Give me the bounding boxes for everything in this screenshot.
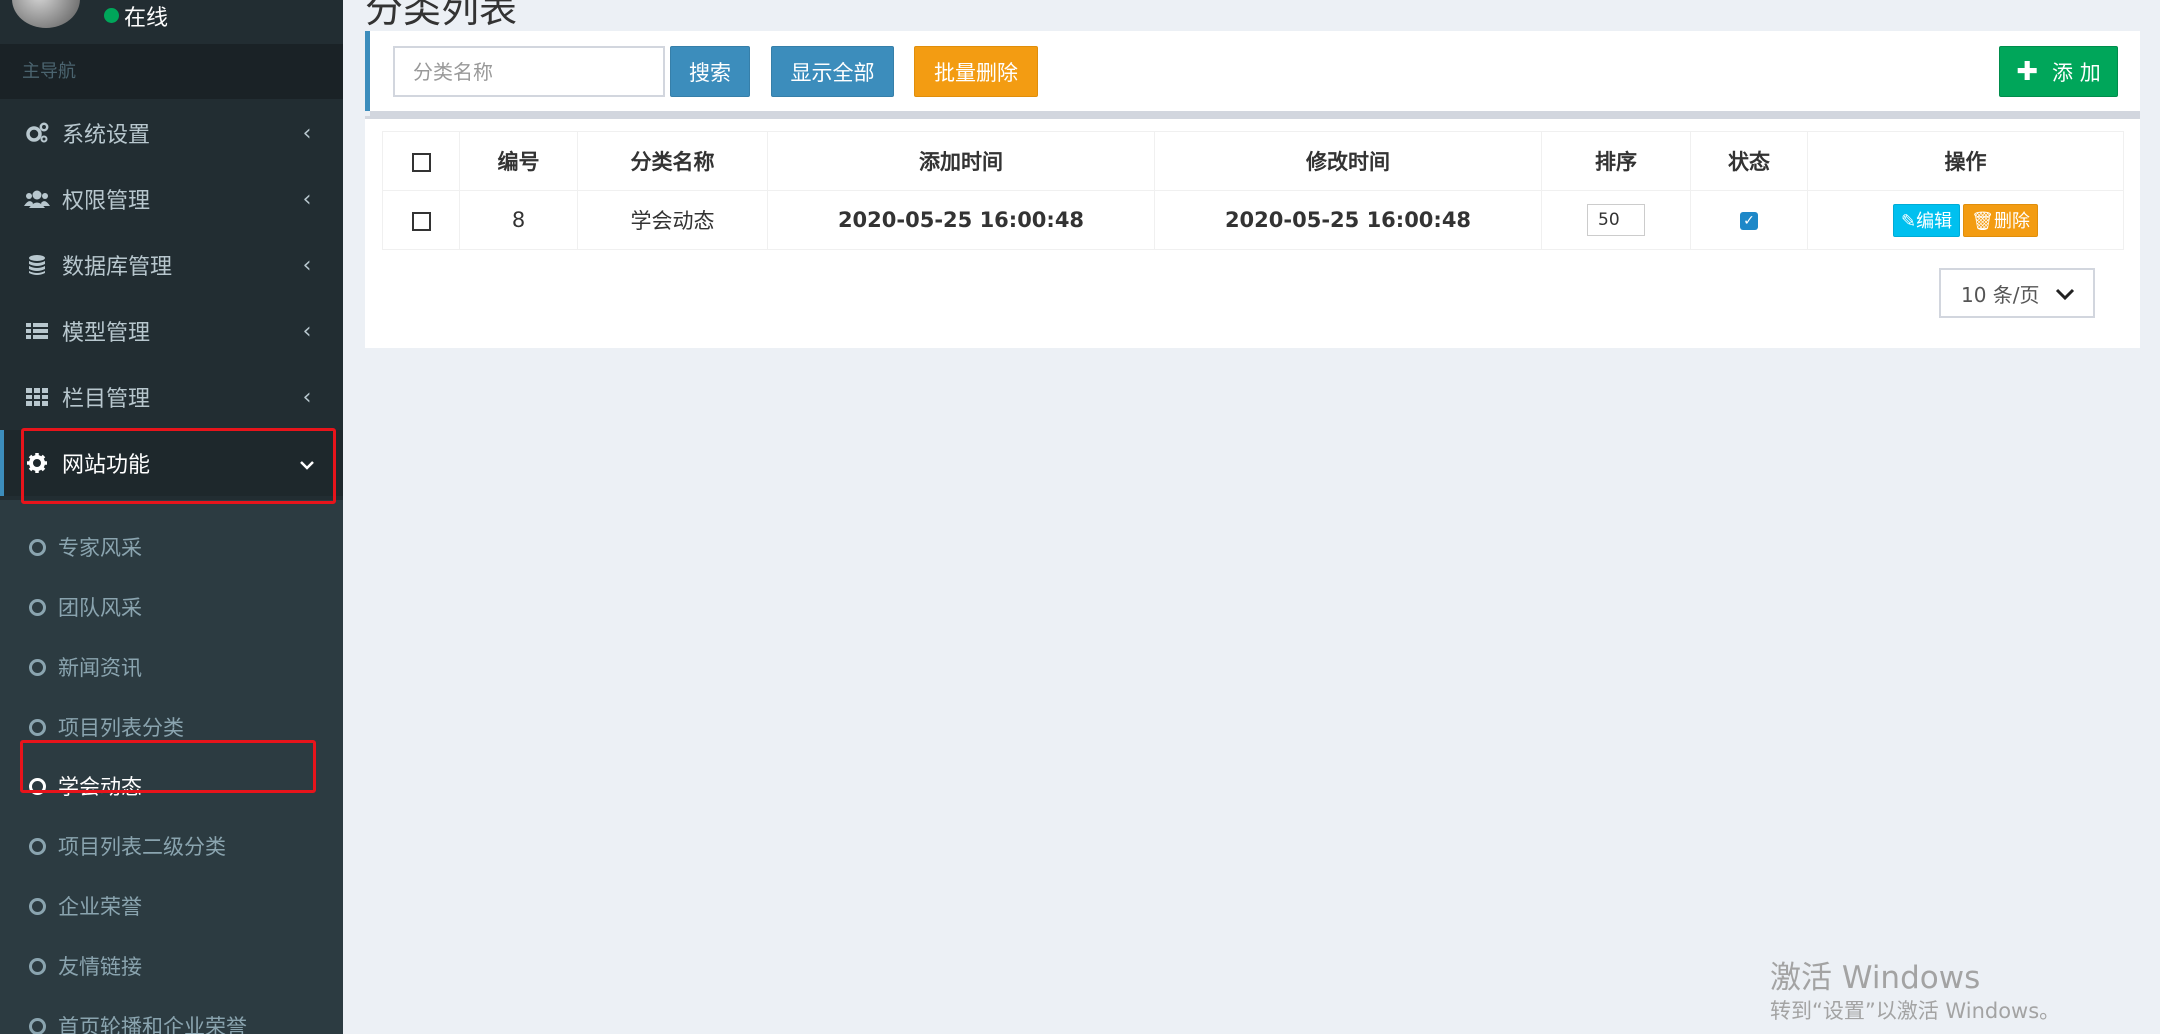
gears-icon [24, 122, 50, 144]
online-status-label: 在线 [124, 6, 169, 31]
created-cell: 2020-05-25 16:00:48 [767, 190, 1155, 250]
select-all-cell [382, 131, 460, 191]
sub-item-label: 项目列表二级分类 [58, 835, 226, 859]
edit-button[interactable]: ✎编辑 [1893, 203, 1961, 237]
status-cell: ✓ [1690, 190, 1808, 250]
sub-item-label: 团队风采 [58, 596, 142, 620]
sidebar-item-permissions[interactable]: 权限管理 ‹ [0, 166, 343, 232]
circle-icon [29, 1017, 46, 1034]
highlight-box [20, 740, 316, 793]
avatar [12, 0, 80, 28]
sub-item-project-subcategories[interactable]: 项目列表二级分类 [0, 816, 343, 876]
delete-button[interactable]: 🗑删除 [1963, 203, 2038, 237]
table-row: 8 学会动态 2020-05-25 16:00:48 2020-05-25 16… [382, 190, 2124, 250]
sub-item-news[interactable]: 新闻资讯 [0, 637, 343, 697]
activation-watermark-title: 激活 Windows [1770, 960, 1981, 996]
sort-input[interactable] [1587, 204, 1645, 236]
column-header: 状态 [1690, 131, 1808, 191]
sub-item-honors[interactable]: 企业荣誉 [0, 876, 343, 936]
circle-icon [29, 718, 46, 736]
circle-icon [29, 837, 46, 855]
row-select-cell [382, 190, 460, 250]
add-button-label: 添 加 [2052, 60, 2101, 85]
sidebar-item-models[interactable]: 模型管理 ‹ [0, 298, 343, 364]
page-size-select[interactable]: 10 条/页 [1939, 268, 2095, 318]
actions-cell: ✎编辑 🗑删除 [1807, 190, 2124, 250]
sidebar-item-system-settings[interactable]: 系统设置 ‹ [0, 100, 343, 166]
grid-icon [24, 386, 50, 408]
edit-button-label: 编辑 [1916, 210, 1953, 232]
online-status-icon [104, 8, 119, 23]
page-size-value: 10 条/页 [1961, 282, 2040, 307]
plus-icon: ✚ [2016, 56, 2039, 87]
column-header: 添加时间 [767, 131, 1155, 191]
circle-icon [29, 658, 46, 676]
chevron-down-icon [2055, 282, 2075, 306]
chevron-left-icon: ‹ [302, 120, 312, 146]
sidebar-item-label: 数据库管理 [62, 255, 173, 280]
sub-item-label: 项目列表分类 [58, 716, 184, 740]
sub-item-label: 首页轮播和企业荣誉 [58, 1015, 247, 1034]
chevron-left-icon: ‹ [302, 186, 312, 212]
circle-icon [29, 538, 46, 556]
modified-cell: 2020-05-25 16:00:48 [1154, 190, 1542, 250]
sidebar-item-label: 栏目管理 [62, 387, 151, 412]
column-header: 分类名称 [577, 131, 768, 191]
list-icon [24, 320, 50, 342]
sidebar-item-label: 模型管理 [62, 321, 151, 346]
sidebar-item-columns[interactable]: 栏目管理 ‹ [0, 364, 343, 430]
category-table: 编号 分类名称 添加时间 修改时间 排序 状态 操作 8 学会动态 2020-0… [382, 131, 2124, 250]
chevron-left-icon: ‹ [302, 384, 312, 410]
circle-icon [29, 897, 46, 915]
chevron-left-icon: ‹ [302, 318, 312, 344]
column-header: 修改时间 [1154, 131, 1542, 191]
sidebar: 在线 主导航 系统设置 ‹ 权限管理 ‹ 数据库管理 ‹ 模型管理 ‹ 栏目管理… [0, 0, 343, 1034]
edit-icon: ✎ [1901, 210, 1917, 232]
batch-delete-button[interactable]: 批量删除 [914, 46, 1038, 97]
sub-item-home-carousel[interactable]: 首页轮播和企业荣誉 [0, 996, 343, 1034]
search-input[interactable] [393, 46, 665, 97]
circle-icon [29, 598, 46, 616]
sub-item-team[interactable]: 团队风采 [0, 577, 343, 637]
row-checkbox[interactable] [411, 211, 431, 231]
sub-item-label: 新闻资讯 [58, 656, 142, 680]
sidebar-item-label: 权限管理 [62, 189, 151, 214]
sub-item-label: 专家风采 [58, 536, 142, 560]
nav-header: 主导航 [0, 44, 343, 99]
sub-item-label: 企业荣誉 [58, 895, 142, 919]
column-header: 操作 [1807, 131, 2124, 191]
highlight-box [21, 428, 336, 504]
users-icon [24, 188, 50, 210]
sub-item-experts[interactable]: 专家风采 [0, 517, 343, 577]
column-header: 排序 [1541, 131, 1691, 191]
show-all-button[interactable]: 显示全部 [771, 46, 894, 97]
activation-watermark-subtitle: 转到“设置”以激活 Windows。 [1770, 999, 2061, 1023]
trash-icon: 🗑 [1971, 210, 1994, 232]
page-title: 分类列表 [365, 0, 518, 31]
delete-button-label: 删除 [1993, 210, 2030, 232]
column-header: 编号 [459, 131, 578, 191]
search-button[interactable]: 搜索 [670, 46, 750, 97]
database-icon [24, 254, 50, 276]
user-panel: 在线 [0, 0, 343, 44]
sort-cell [1541, 190, 1691, 250]
chevron-left-icon: ‹ [302, 252, 312, 278]
sidebar-item-database[interactable]: 数据库管理 ‹ [0, 232, 343, 298]
name-cell: 学会动态 [577, 190, 768, 250]
sub-item-friendly-links[interactable]: 友情链接 [0, 936, 343, 996]
circle-icon [29, 957, 46, 975]
add-button[interactable]: ✚ 添 加 [1999, 46, 2118, 97]
sub-item-label: 友情链接 [58, 955, 142, 979]
id-cell: 8 [459, 190, 578, 250]
sidebar-item-label: 系统设置 [62, 123, 151, 148]
status-checkbox[interactable]: ✓ [1740, 212, 1758, 230]
table-header-row: 编号 分类名称 添加时间 修改时间 排序 状态 操作 [382, 131, 2124, 191]
select-all-checkbox[interactable] [411, 152, 431, 172]
